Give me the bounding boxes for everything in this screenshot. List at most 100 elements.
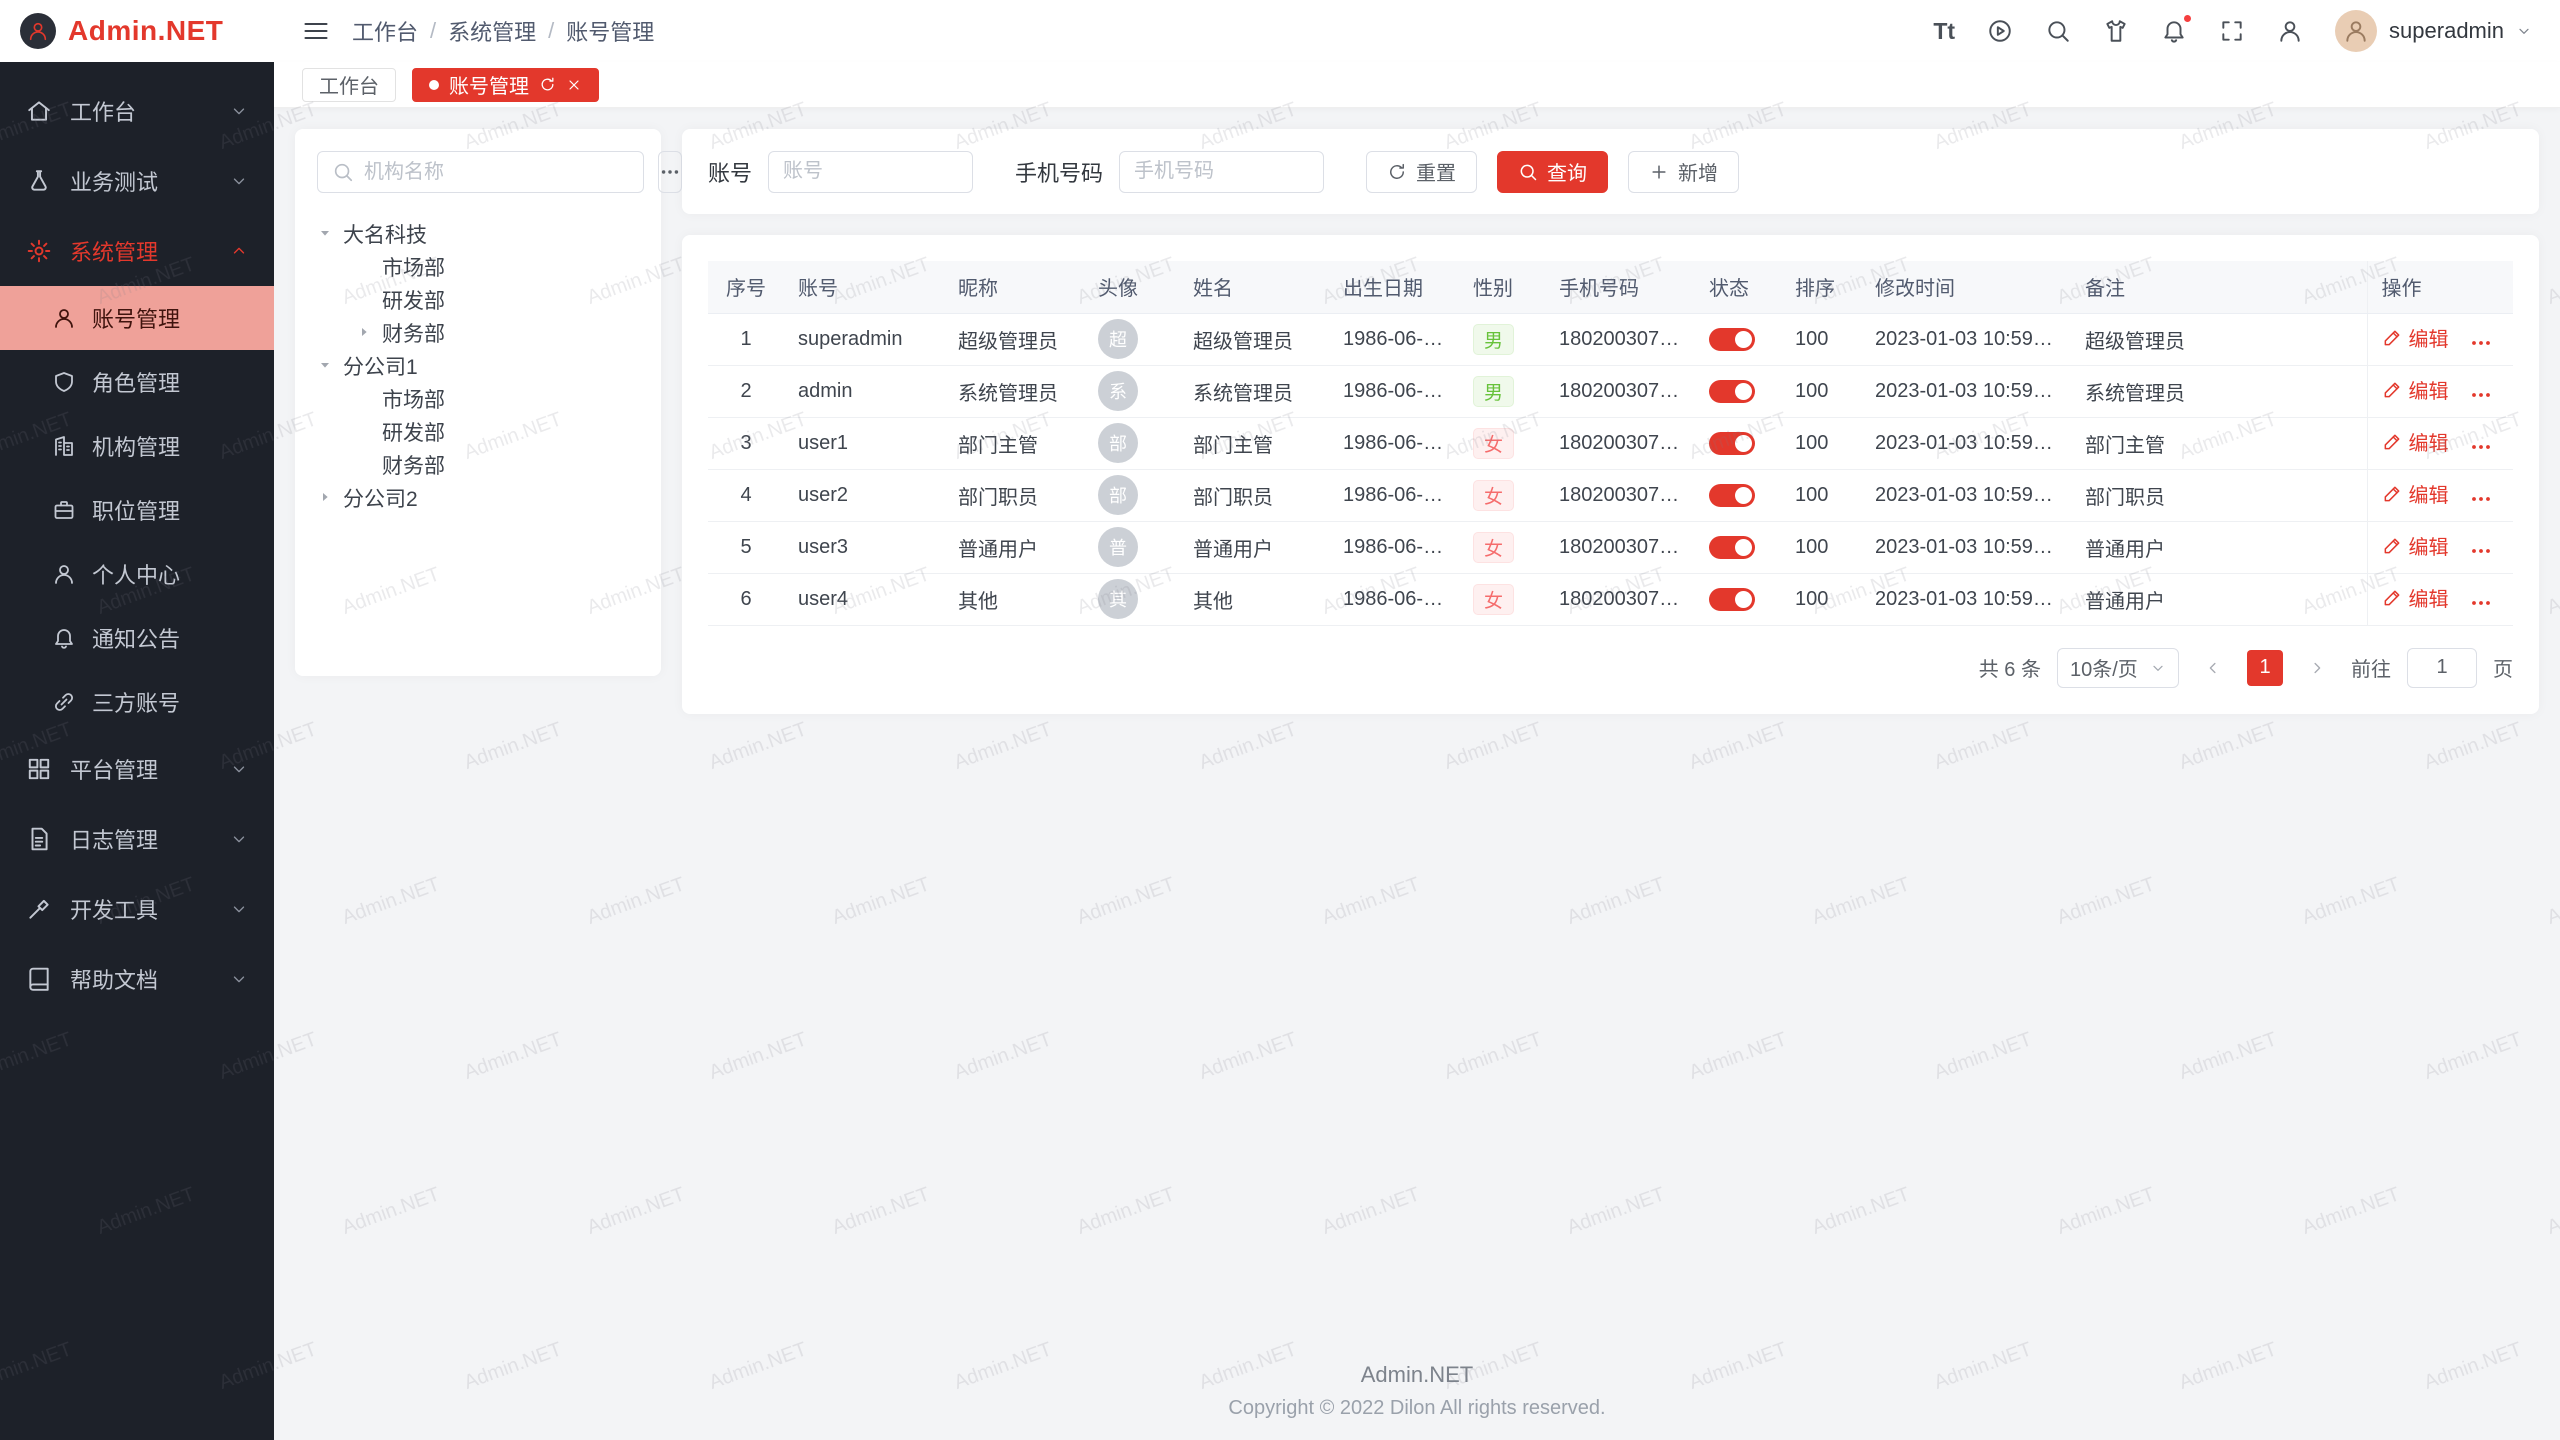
row-more-button[interactable] — [2469, 591, 2493, 615]
tree-more-button[interactable] — [658, 151, 682, 193]
cell-operation: 编辑 — [2367, 313, 2513, 365]
page-size-select[interactable]: 10条/页 — [2057, 648, 2179, 688]
row-avatar: 部 — [1098, 475, 1138, 515]
tab-active-dot — [429, 80, 439, 90]
sidebar-subitem-notice[interactable]: 通知公告 — [0, 606, 274, 670]
phone-input[interactable] — [1119, 151, 1324, 193]
chev-down-icon — [230, 970, 248, 988]
book-icon — [26, 966, 52, 992]
tab-account-mgmt[interactable]: 账号管理 — [412, 68, 599, 102]
username: superadmin — [2389, 18, 2504, 44]
profile-icon[interactable] — [2277, 18, 2303, 44]
goto-page-input[interactable] — [2407, 648, 2477, 688]
row-more-button[interactable] — [2469, 331, 2493, 355]
sidebar-item-workbench[interactable]: 工作台 — [0, 76, 274, 146]
status-toggle[interactable] — [1709, 484, 1755, 507]
tree-caret[interactable] — [317, 489, 343, 507]
sidebar-subitem-role-mgmt[interactable]: 角色管理 — [0, 350, 274, 414]
row-more-button[interactable] — [2469, 435, 2493, 459]
cell-seq: 6 — [708, 573, 784, 625]
user-menu[interactable]: superadmin — [2335, 10, 2532, 52]
tree-node[interactable]: 分公司1 — [317, 349, 639, 382]
table-row: 1superadmin超级管理员超超级管理员1986-06-28男1802003… — [708, 313, 2513, 365]
tree-node[interactable]: 大名科技 — [317, 217, 639, 250]
sidebar-subitem-account-mgmt[interactable]: 账号管理 — [0, 286, 274, 350]
chev-up-icon — [230, 242, 248, 260]
cell-phone: 18020030720 — [1545, 573, 1695, 625]
tree-caret — [356, 423, 382, 441]
more-icon — [2469, 591, 2493, 615]
edit-button[interactable]: 编辑 — [2382, 479, 2449, 508]
next-page-button[interactable] — [2299, 650, 2335, 686]
tree-node[interactable]: 分公司2 — [317, 481, 639, 514]
breadcrumb-item[interactable]: 工作台 — [352, 15, 418, 47]
account-input[interactable] — [768, 151, 973, 193]
sidebar-item-dev-tools[interactable]: 开发工具 — [0, 874, 274, 944]
tree-node[interactable]: 研发部 — [356, 283, 639, 316]
plus-icon — [1649, 162, 1669, 182]
cell-nickname: 普通用户 — [944, 521, 1084, 573]
status-toggle[interactable] — [1709, 588, 1755, 611]
org-search-row — [317, 151, 639, 193]
page-number-button[interactable]: 1 — [2247, 650, 2283, 686]
sidebar-item-label: 工作台 — [70, 95, 230, 127]
tree-node[interactable]: 财务部 — [356, 448, 639, 481]
status-toggle[interactable] — [1709, 328, 1755, 351]
edit-button[interactable]: 编辑 — [2382, 427, 2449, 456]
edit-button[interactable]: 编辑 — [2382, 375, 2449, 404]
sidebar-item-log-mgmt[interactable]: 日志管理 — [0, 804, 274, 874]
gender-tag: 男 — [1473, 324, 1514, 355]
reset-button[interactable]: 重置 — [1366, 151, 1477, 193]
edit-button[interactable]: 编辑 — [2382, 323, 2449, 352]
font-size-icon[interactable]: Tt — [1933, 20, 1955, 43]
cell-status — [1695, 469, 1781, 521]
edit-button[interactable]: 编辑 — [2382, 531, 2449, 560]
caret-solid-right-icon — [356, 324, 372, 340]
cell-sort: 100 — [1781, 313, 1861, 365]
tree-node[interactable]: 研发部 — [356, 415, 639, 448]
tab-workbench[interactable]: 工作台 — [302, 68, 396, 102]
notification-icon[interactable] — [2161, 18, 2187, 44]
tree-node[interactable]: 市场部 — [356, 250, 639, 283]
fullscreen-icon[interactable] — [2219, 18, 2245, 44]
sidebar-subitem-position-mgmt[interactable]: 职位管理 — [0, 478, 274, 542]
tree-caret[interactable] — [317, 225, 343, 243]
sidebar-item-business-test[interactable]: 业务测试 — [0, 146, 274, 216]
org-search-input[interactable] — [364, 161, 629, 184]
hamburger-menu-icon[interactable] — [302, 17, 330, 45]
add-button[interactable]: 新增 — [1628, 151, 1739, 193]
search-button[interactable]: 查询 — [1497, 151, 1608, 193]
search-icon[interactable] — [2045, 18, 2071, 44]
app-title: Admin.NET — [68, 15, 223, 47]
row-more-button[interactable] — [2469, 539, 2493, 563]
status-toggle[interactable] — [1709, 432, 1755, 455]
prev-page-button[interactable] — [2195, 650, 2231, 686]
row-more-button[interactable] — [2469, 383, 2493, 407]
sidebar-item-help-docs[interactable]: 帮助文档 — [0, 944, 274, 1014]
tree-node[interactable]: 财务部 — [356, 316, 639, 349]
cell-seq: 1 — [708, 313, 784, 365]
cell-account: user4 — [784, 573, 944, 625]
row-more-button[interactable] — [2469, 487, 2493, 511]
tree-caret[interactable] — [356, 324, 382, 342]
theme-icon[interactable] — [2103, 18, 2129, 44]
tree-caret[interactable] — [317, 357, 343, 375]
cell-operation: 编辑 — [2367, 469, 2513, 521]
sidebar-subitem-personal-center[interactable]: 个人中心 — [0, 542, 274, 606]
tree-node-label: 财务部 — [382, 318, 445, 348]
sidebar-subitem-org-mgmt[interactable]: 机构管理 — [0, 414, 274, 478]
gear-icon — [26, 238, 52, 264]
status-toggle[interactable] — [1709, 380, 1755, 403]
component-size-icon[interactable] — [1987, 18, 2013, 44]
sidebar-item-system-mgmt[interactable]: 系统管理 — [0, 216, 274, 286]
cell-phone: 18020030720 — [1545, 469, 1695, 521]
breadcrumb-item[interactable]: 系统管理 — [448, 15, 536, 47]
chevron-left-icon — [2204, 659, 2222, 677]
sidebar-subitem-third-party-account[interactable]: 三方账号 — [0, 670, 274, 734]
status-toggle[interactable] — [1709, 536, 1755, 559]
tree-node-label: 市场部 — [382, 384, 445, 414]
edit-button[interactable]: 编辑 — [2382, 583, 2449, 612]
sidebar-item-platform-mgmt[interactable]: 平台管理 — [0, 734, 274, 804]
cell-gender: 女 — [1459, 573, 1545, 625]
tree-node[interactable]: 市场部 — [356, 382, 639, 415]
